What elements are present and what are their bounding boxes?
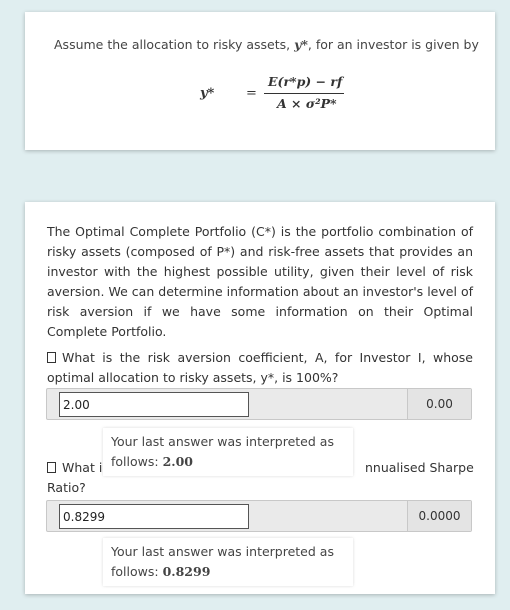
context-paragraph: The Optimal Complete Portfolio (C*) is t… [47,224,473,339]
answer-2-input[interactable] [59,504,249,529]
answer-1-score: 0.00 [407,389,471,419]
interpretation-tooltip-1: Your last answer was interpreted as foll… [103,428,353,476]
question-2-tail: Ratio? [47,480,86,495]
interpretation-1-value: 2.00 [162,454,194,469]
answer-row-2: 0.0000 [46,500,472,532]
intro-text-before: Assume the allocation to risky assets, [54,37,295,52]
formula-numerator: E(r*p) − rf [268,74,343,89]
intro-symbol: y* [294,37,308,52]
question-1: What is the risk aversion coefficient, A… [47,348,473,388]
checkbox-icon [47,352,56,363]
answer-row-1: 0.00 [46,388,472,420]
intro-card: Assume the allocation to risky assets, y… [25,12,495,150]
checkbox-icon [47,462,56,473]
answer-1-input[interactable] [59,392,249,417]
question-1-text: What is the risk aversion coefficient, A… [47,350,473,385]
intro-text: Assume the allocation to risky assets, y… [54,37,479,52]
question-2-start: What i [47,458,102,478]
intro-text-after: , for an investor is given by [307,37,479,52]
answer-2-score: 0.0000 [407,501,471,531]
question-2-start-text: What i [62,460,103,475]
question-card: The Optimal Complete Portfolio (C*) is t… [25,202,495,594]
interpretation-2-prefix: Your last answer was interpreted as foll… [111,544,334,579]
allocation-formula: y* = E(r*p) − rf A × σ²P* [200,74,344,124]
interpretation-tooltip-2: Your last answer was interpreted as foll… [103,538,353,586]
formula-denominator: A × σ²P* [277,96,337,111]
interpretation-2-value: 0.8299 [162,564,211,579]
formula-equals: = [246,86,257,101]
question-2-end: nnualised Sharpe [365,460,474,475]
formula-fraction-bar [264,93,344,94]
formula-lhs: y* [200,86,215,101]
interpretation-1-prefix: Your last answer was interpreted as foll… [111,434,334,469]
